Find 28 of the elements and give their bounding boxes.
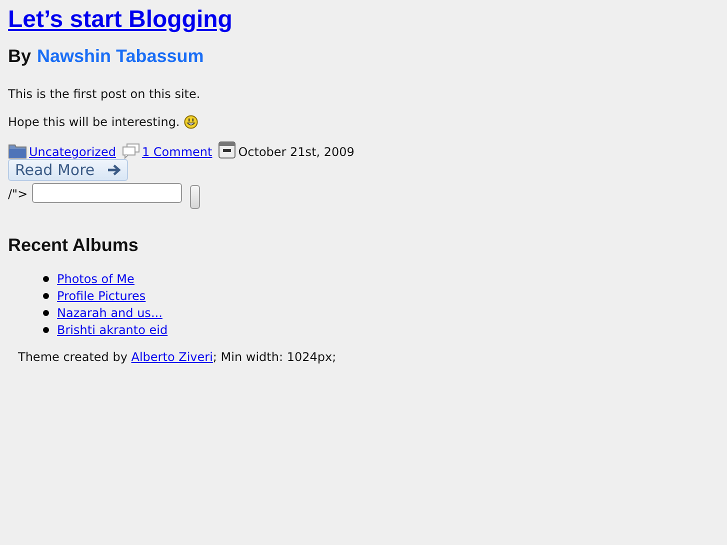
bullet-icon <box>43 310 49 316</box>
comments-link[interactable]: 1 Comment <box>142 145 212 159</box>
byline-label: By <box>8 46 32 67</box>
post-title-link[interactable]: Let’s start Blogging <box>8 6 232 33</box>
read-more-button[interactable]: Read More <box>8 159 128 181</box>
album-link[interactable]: Profile Pictures <box>57 288 146 302</box>
footer-credit: Theme created by Alberto Ziveri; Min width: 1024px; <box>18 350 338 364</box>
bullet-icon <box>43 292 49 298</box>
author-link[interactable]: Alberto Ziveri <box>131 350 213 364</box>
album-link[interactable]: Photos of Me <box>57 272 134 286</box>
post-text: Hope this will be interesting. <box>8 115 180 129</box>
post-date: October 21st, 2009 <box>238 145 354 159</box>
author-name: Nawshin Tabassum <box>37 46 204 67</box>
smiley-icon <box>184 115 198 129</box>
bullet-icon <box>43 326 49 332</box>
category-link[interactable]: Uncategorized <box>29 145 116 159</box>
arrow-right-icon <box>106 164 121 176</box>
submit-button[interactable] <box>190 185 200 209</box>
album-link[interactable]: Brishti akranto eid <box>57 322 168 336</box>
calendar-icon <box>218 141 236 159</box>
bullet-icon <box>43 276 49 282</box>
folder-icon <box>8 143 27 159</box>
comment-bubbles-icon <box>122 143 140 159</box>
post-text: This is the first post on this site. <box>8 87 200 101</box>
stray-markup-text: /"> <box>8 187 28 201</box>
album-link[interactable]: Nazarah and us... <box>57 306 162 320</box>
albums-heading: Recent Albums <box>8 235 140 256</box>
search-field[interactable] <box>32 183 182 203</box>
